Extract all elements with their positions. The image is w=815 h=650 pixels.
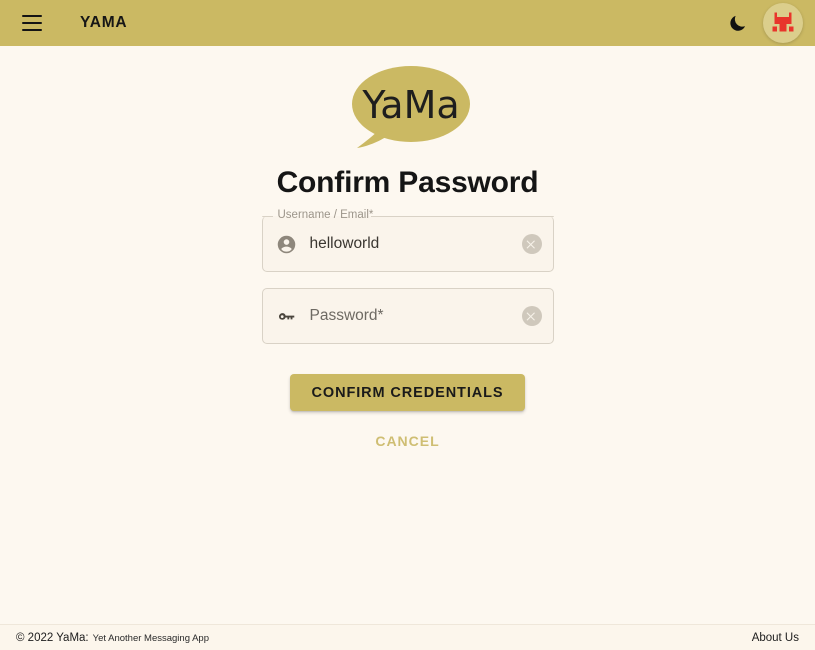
main-content: YaMa Confirm Password Username / Email* [0, 46, 815, 624]
logo-text: YaMa [361, 83, 459, 127]
footer-tagline: Yet Another Messaging App [93, 633, 209, 644]
password-input[interactable] [310, 288, 516, 344]
hamburger-menu-icon-bar [22, 22, 42, 24]
copyright-text: © 2022 YaMa: [16, 632, 89, 644]
dark-mode-toggle-button[interactable] [719, 4, 757, 42]
page-footer: © 2022 YaMa: Yet Another Messaging App A… [0, 624, 815, 650]
username-field[interactable]: Username / Email* [262, 216, 554, 272]
hamburger-menu-icon-bar [22, 29, 42, 31]
app-title: YAMA [80, 14, 127, 32]
about-us-link[interactable]: About Us [752, 632, 799, 644]
cancel-button[interactable]: CANCEL [365, 429, 449, 453]
password-clear-button[interactable] [522, 306, 542, 326]
vpn-key-icon [276, 305, 298, 327]
hamburger-menu-button[interactable] [12, 3, 52, 43]
page-title: Confirm Password [277, 166, 539, 200]
account-circle-icon [276, 233, 298, 255]
username-clear-button[interactable] [522, 234, 542, 254]
clear-circle-icon [525, 238, 538, 251]
speech-bubble-logo-icon: YaMa [343, 62, 473, 154]
user-avatar-button[interactable] [763, 3, 803, 43]
moon-icon [728, 13, 748, 33]
hamburger-menu-icon-bar [22, 15, 42, 17]
username-input[interactable] [310, 216, 516, 272]
yama-logo: YaMa [343, 62, 473, 154]
pixel-monster-avatar-icon [770, 10, 796, 36]
clear-circle-icon [525, 310, 538, 323]
confirm-credentials-button[interactable]: CONFIRM CREDENTIALS [290, 374, 526, 411]
password-field[interactable] [262, 288, 554, 344]
app-bar: YAMA [0, 0, 815, 46]
footer-copyright: © 2022 YaMa: Yet Another Messaging App [16, 632, 209, 644]
